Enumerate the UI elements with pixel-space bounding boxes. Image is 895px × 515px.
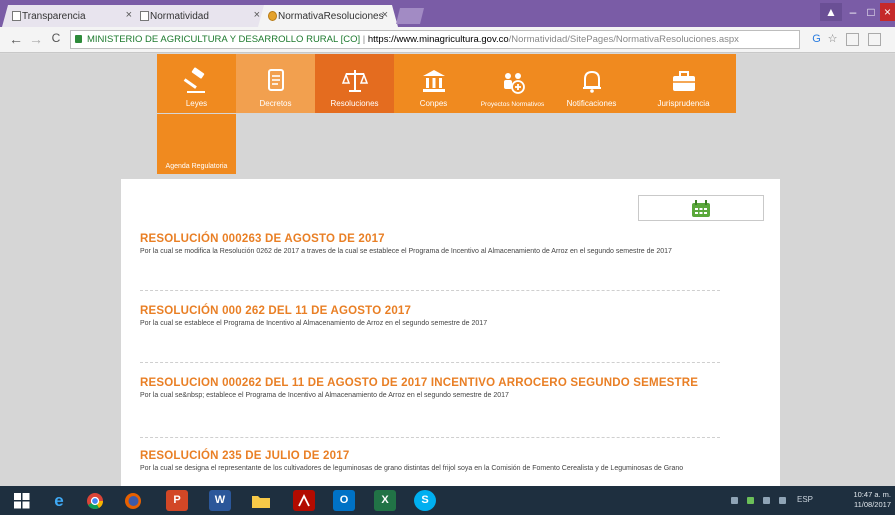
tab-close-icon[interactable]: ×	[382, 9, 388, 21]
word-icon[interactable]: W	[209, 490, 231, 511]
address-bar[interactable]: MINISTERIO DE AGRICULTURA Y DESARROLLO R…	[70, 30, 800, 49]
taskbar: e P W O X S ESP 10:47 a. m. 11/08/2017	[0, 486, 895, 515]
resolucion-title-link[interactable]: RESOLUCIÓN 235 DE JULIO DE 2017	[140, 450, 730, 462]
list-item: RESOLUCIÓN 235 DE JULIO DE 2017 Por la c…	[140, 450, 730, 474]
url-host: https://www.minagricultura.gov.co	[367, 34, 509, 45]
divider	[140, 290, 720, 291]
building-icon	[422, 70, 445, 92]
nav-tile-leyes[interactable]: Leyes	[157, 54, 236, 113]
web-page: Leyes Decretos Resoluciones Conpes Proye…	[0, 54, 895, 486]
tab-close-icon[interactable]: ×	[126, 9, 132, 21]
nav-tile-resoluciones[interactable]: Resoluciones	[315, 54, 394, 113]
network-icon[interactable]	[747, 497, 754, 504]
resolucion-description: Por la cual se establece el Programa de …	[140, 320, 488, 327]
list-item: RESOLUCIÓN 000 262 DEL 11 DE AGOSTO 2017…	[140, 305, 730, 329]
tab-normatividad[interactable]: Normatividad ×	[130, 5, 270, 27]
address-separator: |	[362, 34, 366, 45]
forward-button[interactable]: →	[28, 31, 44, 47]
briefcase-icon	[672, 71, 695, 91]
calendar-filter[interactable]	[638, 195, 764, 221]
nav-tile-label: Notificaciones	[566, 99, 617, 108]
file-explorer-icon[interactable]	[250, 490, 272, 511]
bookmark-star-icon[interactable]: ☆	[826, 33, 839, 46]
tab-label: Normatividad	[150, 10, 209, 22]
firefox-icon[interactable]	[122, 490, 144, 511]
browser-tab-strip: Transparencia × Normatividad × Normativa…	[0, 0, 895, 27]
site-favicon-icon	[268, 11, 277, 21]
maximize-button[interactable]: □	[860, 3, 882, 21]
divider	[140, 437, 720, 438]
reload-button[interactable]: C	[48, 31, 64, 45]
page-icon	[140, 11, 149, 21]
battery-icon[interactable]	[779, 497, 786, 504]
back-button[interactable]: ←	[8, 31, 24, 47]
clock[interactable]: 10:47 a. m. 11/08/2017	[853, 490, 891, 510]
nav-tile-label: Resoluciones	[330, 99, 379, 108]
resolucion-description: Por la cual se modifica la Resolución 02…	[140, 248, 672, 255]
nav-tile-label: Proyectos Normativos	[480, 101, 545, 108]
resoluciones-list: RESOLUCIÓN 000263 DE AGOSTO DE 2017 Por …	[121, 179, 780, 486]
page-icon	[12, 11, 21, 21]
windows-start-icon[interactable]	[10, 490, 34, 511]
excel-icon[interactable]: X	[374, 490, 396, 511]
people-icon	[503, 73, 525, 94]
secure-site-label: MINISTERIO DE AGRICULTURA Y DESARROLLO R…	[87, 34, 361, 45]
nav-tile-label: Decretos	[259, 99, 292, 108]
document-icon	[267, 69, 284, 91]
nav-tile-decretos[interactable]: Decretos	[236, 54, 315, 113]
user-profile-icon[interactable]: ▲	[820, 3, 842, 21]
translate-icon[interactable]: G	[810, 33, 823, 46]
tab-close-icon[interactable]: ×	[254, 9, 260, 21]
scales-icon	[341, 70, 368, 92]
acrobat-icon[interactable]	[293, 490, 315, 511]
resolucion-title-link[interactable]: RESOLUCIÓN 000 262 DEL 11 DE AGOSTO 2017	[140, 305, 730, 317]
gavel-icon	[183, 67, 205, 93]
lock-icon	[75, 35, 82, 43]
language-indicator[interactable]: ESP	[797, 495, 813, 504]
tab-normativa-resoluciones[interactable]: NormativaResoluciones ×	[258, 5, 398, 27]
nav-tile-conpes[interactable]: Conpes	[394, 54, 473, 113]
divider	[140, 362, 720, 363]
extension-icon[interactable]	[868, 33, 881, 46]
close-window-button[interactable]: ×	[880, 3, 895, 21]
clock-date: 11/08/2017	[854, 500, 891, 509]
list-item: RESOLUCION 000262 DEL 11 DE AGOSTO DE 20…	[140, 377, 730, 401]
powerpoint-icon[interactable]: P	[166, 490, 188, 511]
resolucion-title-link[interactable]: RESOLUCIÓN 000263 DE AGOSTO DE 2017	[140, 233, 730, 245]
nav-tile-label: Jurisprudencia	[657, 99, 710, 108]
extension-icon[interactable]	[846, 33, 859, 46]
calendar-icon	[692, 200, 710, 217]
resolucion-title-link[interactable]: RESOLUCION 000262 DEL 11 DE AGOSTO DE 20…	[140, 377, 730, 389]
tab-label: Transparencia	[22, 10, 86, 22]
nav-tile-agenda-regulatoria[interactable]: Agenda Regulatoria	[157, 114, 236, 174]
nav-tile-notificaciones[interactable]: Notificaciones	[552, 54, 631, 113]
browser-toolbar: ← → C MINISTERIO DE AGRICULTURA Y DESARR…	[0, 27, 895, 53]
nav-tile-label: Agenda Regulatoria	[165, 163, 228, 170]
clock-time: 10:47 a. m.	[853, 490, 891, 499]
skype-icon[interactable]: S	[414, 490, 436, 511]
outlook-icon[interactable]: O	[333, 490, 355, 511]
resolucion-description: Por la cual se designa el representante …	[140, 465, 684, 472]
internet-explorer-icon[interactable]: e	[48, 490, 70, 511]
resolucion-description: Por la cual se&nbsp; establece el Progra…	[140, 392, 509, 399]
nav-tile-label: Conpes	[419, 99, 448, 108]
nav-tile-proyectos-normativos[interactable]: Proyectos Normativos	[473, 54, 552, 113]
chrome-icon[interactable]	[84, 490, 106, 511]
bell-icon	[582, 70, 601, 93]
system-tray: ESP 10:47 a. m. 11/08/2017	[725, 486, 895, 515]
nav-tile-jurisprudencia[interactable]: Jurisprudencia	[631, 54, 736, 113]
list-item: RESOLUCIÓN 000263 DE AGOSTO DE 2017 Por …	[140, 233, 730, 257]
new-tab-button[interactable]	[396, 8, 424, 24]
tab-label: NormativaResoluciones	[278, 10, 384, 22]
url-path: /Normatividad/SitePages/NormativaResoluc…	[508, 34, 739, 45]
tray-chevron-icon[interactable]	[731, 497, 738, 504]
volume-icon[interactable]	[763, 497, 770, 504]
tab-transparencia[interactable]: Transparencia ×	[2, 5, 142, 27]
nav-tile-label: Leyes	[185, 99, 208, 108]
